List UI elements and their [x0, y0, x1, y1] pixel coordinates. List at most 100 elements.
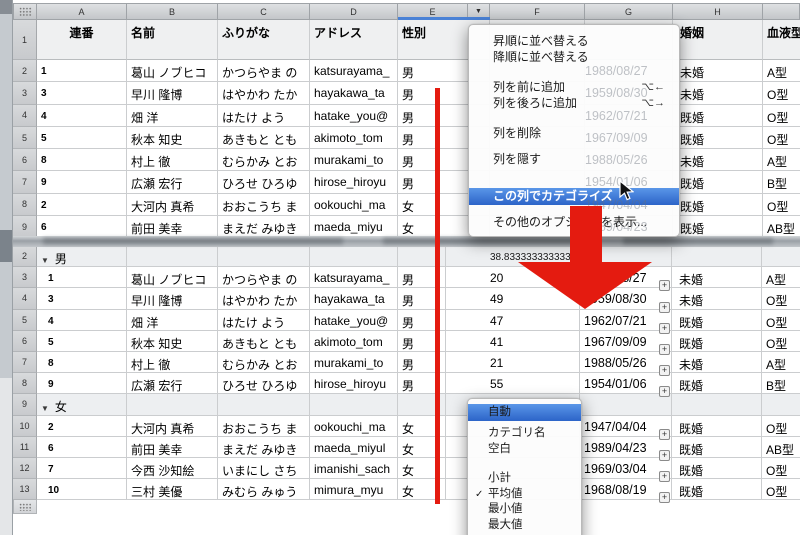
cell-address[interactable]: katsurayama_ [310, 60, 398, 83]
cell-address[interactable]: hatake_you@ [310, 104, 398, 127]
date-stepper-icon[interactable]: + [659, 386, 670, 398]
cell-empty[interactable] [127, 246, 218, 268]
cell-serial[interactable]: 5 [37, 126, 127, 150]
row-number[interactable]: 9 [13, 394, 37, 416]
cell-blood[interactable]: A型 [763, 149, 800, 172]
cell-name[interactable]: 村上 徹 [127, 149, 218, 172]
column-header-g[interactable]: G [585, 3, 673, 20]
cell-serial[interactable]: 9 [37, 171, 127, 194]
cell-empty[interactable] [580, 394, 672, 416]
cell-serial[interactable]: 7 [37, 457, 127, 480]
cell-address[interactable]: murakami_to [310, 149, 398, 172]
cell-serial[interactable]: 1 [37, 60, 127, 83]
cell-serial[interactable]: 4 [37, 104, 127, 127]
cell-blood[interactable]: O型 [762, 288, 800, 310]
cell-serial[interactable]: 2 [37, 193, 127, 217]
cell-serial[interactable]: 4 [37, 309, 127, 331]
cell-kana[interactable]: まえだ みゆき [218, 436, 310, 458]
cell-address[interactable]: ookouchi_ma [310, 193, 398, 217]
cell-marriage[interactable]: 未婚 [673, 82, 763, 105]
date-stepper-icon[interactable]: + [659, 301, 670, 313]
row-number[interactable]: 3 [13, 82, 37, 105]
menu-item-blank[interactable]: 空白 [468, 442, 581, 458]
date-stepper-icon[interactable]: + [659, 471, 670, 483]
date-stepper-icon[interactable]: + [659, 343, 670, 355]
cell-address[interactable]: maeda_miyul [310, 436, 398, 458]
cell-empty[interactable] [127, 394, 218, 416]
cell-birthdate[interactable]: 1968/08/19 + [580, 479, 672, 504]
cell-kana[interactable]: はたけ よう [218, 309, 310, 331]
cell-serial[interactable]: 6 [37, 436, 127, 458]
table-corner-handle[interactable] [13, 3, 37, 20]
cell-kana[interactable]: ひろせ ひろゆ [218, 373, 310, 395]
menu-item-show-more-options[interactable]: その他のオプションを表示... [469, 214, 679, 230]
cell-blood[interactable]: O型 [762, 415, 800, 437]
cell-name[interactable]: 畑 洋 [127, 309, 218, 331]
cell-empty[interactable] [672, 246, 762, 268]
cell-marriage[interactable]: 既婚 [673, 104, 763, 127]
cell-marriage[interactable]: 未婚 [673, 60, 763, 83]
menu-item-delete-column[interactable]: 列を削除 [469, 125, 679, 141]
cell-gender[interactable]: 男 [398, 267, 446, 289]
cell-blood[interactable]: O型 [763, 126, 800, 150]
cell-empty[interactable] [762, 394, 800, 416]
row-number[interactable]: 5 [13, 126, 37, 150]
cell-marriage[interactable]: 未婚 [673, 149, 763, 172]
cell-birthdate[interactable]: 1988/08/27 + [580, 267, 672, 292]
cell-kana[interactable]: はやかわ たか [218, 288, 310, 310]
cell-age[interactable]: 20 [446, 267, 580, 289]
cell-name[interactable]: 大河内 真希 [127, 415, 218, 437]
cell-gender[interactable]: 女 [398, 415, 446, 437]
row-number[interactable]: 11 [13, 436, 37, 458]
menu-item-hide-column[interactable]: 列を隠す [469, 151, 679, 167]
cell-kana[interactable]: はやかわ たか [218, 82, 310, 105]
cell-name[interactable]: 広瀬 宏行 [127, 171, 218, 194]
cell-address[interactable]: imanishi_sach [310, 457, 398, 480]
cell-gender[interactable]: 女 [398, 436, 446, 458]
menu-item-categorize-by-column[interactable]: この列でカテゴライズ [469, 188, 679, 205]
cell-blood[interactable]: AB型 [762, 436, 800, 458]
cell-empty[interactable] [672, 394, 762, 416]
row-number[interactable]: 8 [13, 373, 37, 395]
date-stepper-icon[interactable]: + [659, 449, 670, 461]
cell-marriage[interactable]: 既婚 [673, 126, 763, 150]
cell-marriage[interactable]: 未婚 [672, 351, 762, 374]
group-header-cell[interactable]: ▼ 女 [37, 394, 127, 416]
cell-name[interactable]: 三村 美優 [127, 479, 218, 501]
cell-marriage[interactable]: 既婚 [672, 436, 762, 458]
cell-age[interactable]: 21 [446, 351, 580, 374]
cell-empty[interactable] [218, 394, 310, 416]
cell-gender[interactable]: 男 [398, 373, 446, 395]
cell-gender[interactable]: 男 [398, 351, 446, 374]
cell-birthdate[interactable]: 1988/05/26 + [580, 351, 672, 377]
date-stepper-icon[interactable]: + [659, 365, 670, 377]
column-header-d[interactable]: D [310, 3, 398, 20]
date-stepper-icon[interactable]: + [659, 322, 670, 334]
cell-blood[interactable]: B型 [762, 373, 800, 395]
row-number[interactable]: 1 [13, 20, 37, 60]
row-number[interactable]: 7 [13, 171, 37, 194]
cell-marriage[interactable]: 既婚 [672, 415, 762, 437]
cell-address[interactable]: ookouchi_ma [310, 415, 398, 437]
menu-item-minimum[interactable]: 最小値 [468, 502, 581, 518]
cell-blood[interactable]: O型 [763, 104, 800, 127]
row-number[interactable]: 10 [13, 415, 37, 437]
cell-gender[interactable]: 男 [398, 288, 446, 310]
cell-kana[interactable]: むらかみ とお [218, 149, 310, 172]
menu-item-sort-descending[interactable]: 降順に並べ替える [469, 49, 679, 65]
cell-serial[interactable]: 3 [37, 288, 127, 310]
cell-blood[interactable]: O型 [762, 309, 800, 331]
cell-blood[interactable]: A型 [762, 351, 800, 374]
disclosure-triangle-icon[interactable]: ▼ [41, 256, 49, 265]
cell-empty[interactable] [218, 246, 310, 268]
cell-marriage[interactable]: 既婚 [672, 479, 762, 501]
cell-birthdate[interactable]: 1962/07/21 + [580, 309, 672, 334]
menu-item-add-column-before[interactable]: 列を前に追加 ⌥← [469, 79, 679, 95]
row-number[interactable]: 2 [13, 60, 37, 83]
cell-birthdate[interactable]: 1959/08/30 + [580, 288, 672, 313]
cell-name[interactable]: 葛山 ノブヒコ [127, 267, 218, 289]
cell-serial[interactable]: 8 [37, 149, 127, 172]
cell-blood[interactable]: A型 [763, 60, 800, 83]
table-resize-handle[interactable] [13, 500, 37, 515]
cell-blood[interactable]: O型 [763, 82, 800, 105]
